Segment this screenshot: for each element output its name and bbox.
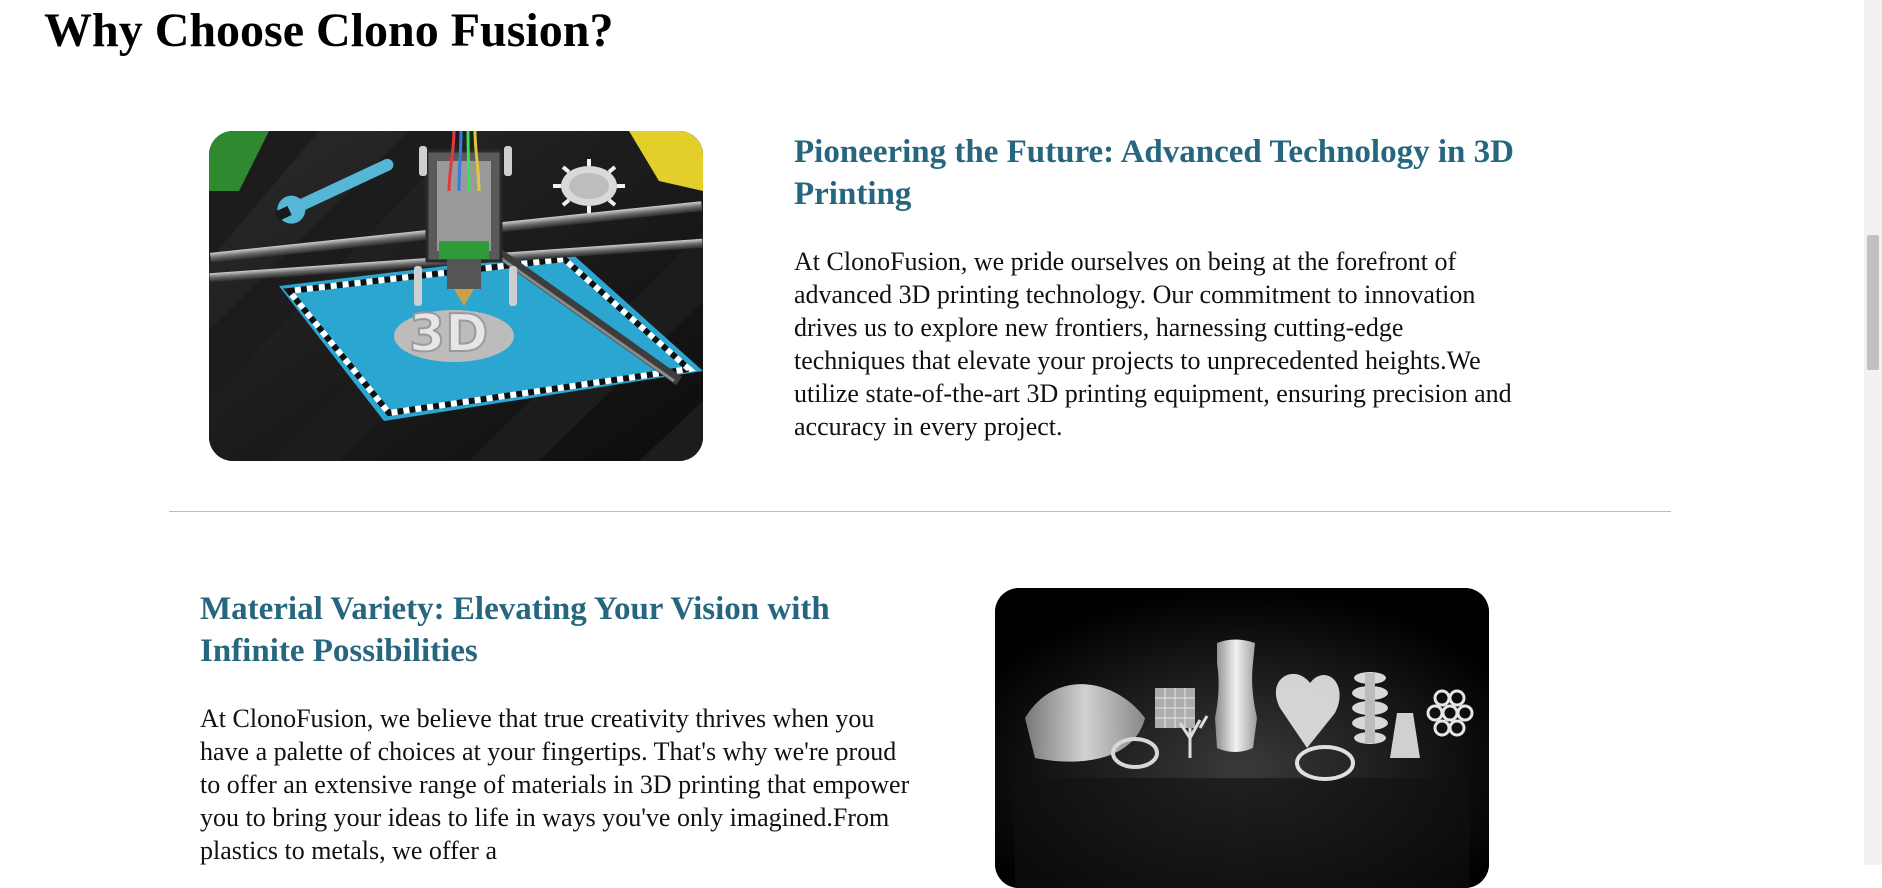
section-divider (169, 511, 1671, 512)
page-title: Why Choose Clono Fusion? (44, 4, 614, 57)
vertical-scrollbar[interactable] (1864, 0, 1882, 865)
svg-text:3D: 3D (409, 304, 488, 364)
printed-materials-image (995, 588, 1489, 888)
section-text: At ClonoFusion, we believe that true cre… (200, 704, 910, 865)
section-text: At ClonoFusion, we pride ourselves on be… (794, 247, 1512, 441)
section-title: Material Variety: Elevating Your Vision … (200, 591, 830, 669)
scrollbar-thumb[interactable] (1867, 235, 1879, 370)
section-title: Pioneering the Future: Advanced Technolo… (794, 134, 1514, 212)
3d-printer-image: 3D (209, 131, 703, 461)
